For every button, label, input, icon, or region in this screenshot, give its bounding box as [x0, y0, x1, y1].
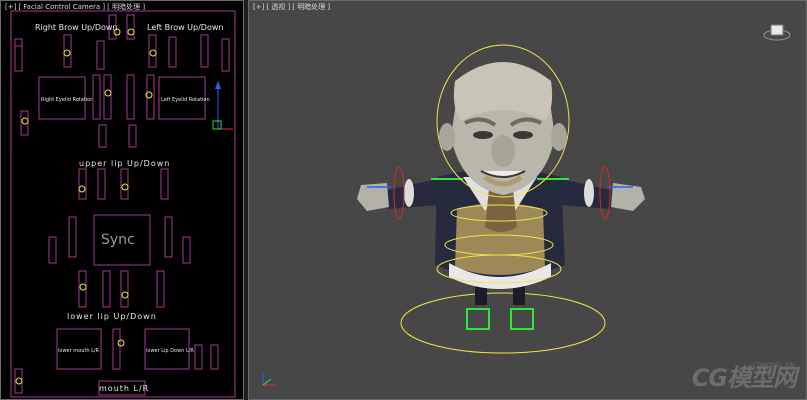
left-foot-controller[interactable]: [466, 308, 490, 330]
sync-label: Sync: [101, 232, 135, 248]
lower-lip-down-lr-label: lower Lip Down L/R: [146, 348, 194, 354]
rig-frame: [10, 10, 236, 398]
perspective-viewport[interactable]: [+][ 透视 ][ 明暗处理 ] CGMODEL.CN CG模型网: [248, 0, 807, 400]
lower-lip-sliders[interactable]: [78, 270, 165, 308]
character-scene: [357, 44, 645, 354]
upper-lip-sliders[interactable]: [48, 168, 191, 264]
root-controller[interactable]: [400, 292, 606, 354]
left-brow-label: Left Brow Up/Down: [147, 23, 223, 32]
right-foot-controller[interactable]: [510, 308, 534, 330]
right-eyelid-label: Right Eyelid Rotation: [41, 97, 93, 103]
upper-lip-label: upper lip Up/Down: [79, 159, 170, 168]
right-brow-label: Right Brow Up/Down: [35, 23, 118, 32]
transform-gizmo-icon: [212, 81, 233, 130]
lower-mouth-lr-label: lower mouth L/R: [58, 348, 100, 354]
mouth-lr-label: mouth L/R: [99, 384, 149, 393]
eye-sliders[interactable]: [20, 74, 155, 148]
watermark-logo: CG模型网: [691, 364, 797, 392]
left-eyelid-label: Left Eyelid Rotation: [161, 97, 210, 103]
axis-gizmo-icon: [262, 373, 275, 386]
facial-control-viewport[interactable]: [+][ Facial Control Camera ][ 明暗处理 ] Rig…: [0, 0, 244, 400]
facial-rig-panel: Right Brow Up/Down Left Brow Up/Down Rig…: [10, 10, 236, 398]
lower-lip-label: lower lip Up/Down: [67, 312, 157, 321]
